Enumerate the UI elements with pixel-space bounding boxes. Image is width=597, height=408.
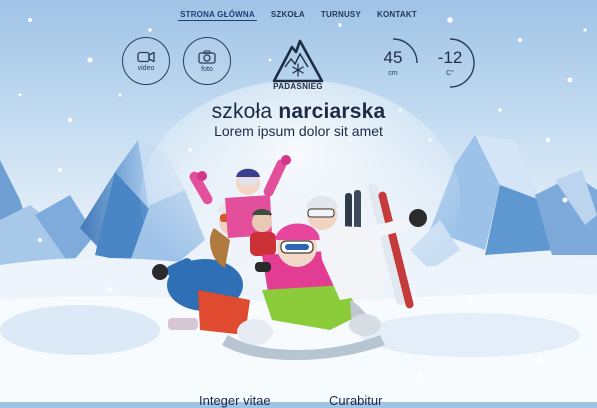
photo-camera-icon <box>198 49 216 64</box>
foto-button[interactable]: foto <box>183 37 231 85</box>
snowflake-mountain-icon <box>272 39 324 83</box>
hero-title: szkoła narciarska <box>0 100 597 124</box>
hero-subtitle: Lorem ipsum dolor sit amet <box>214 123 383 139</box>
main-nav: STRONA GŁÓWNA SZKOŁA TURNUSY KONTAKT <box>0 9 597 21</box>
section-link-2[interactable]: Curabitur <box>329 393 382 408</box>
foto-label: foto <box>201 65 213 73</box>
logo-text: PADASNIEG <box>273 82 323 91</box>
video-camera-icon <box>137 51 155 62</box>
temperature-unit: C° <box>446 70 454 77</box>
nav-link-home[interactable]: STRONA GŁÓWNA <box>178 9 257 21</box>
nav-link-school[interactable]: SZKOŁA <box>269 9 307 21</box>
snow-depth-widget: 45 cm <box>367 37 419 89</box>
temperature-value: -12 <box>437 48 463 67</box>
video-button[interactable]: video <box>122 37 170 85</box>
snow-depth-unit: cm <box>388 70 398 77</box>
hero-title-light: szkoła <box>211 100 279 123</box>
nav-link-contact[interactable]: KONTAKT <box>375 9 419 21</box>
video-label: video <box>137 64 155 72</box>
nav-link-turnusy[interactable]: TURNUSY <box>319 9 363 21</box>
snow-depth-value: 45 <box>383 48 403 67</box>
hero-title-bold: narciarska <box>278 100 386 123</box>
site-logo[interactable]: PADASNIEG <box>271 37 325 97</box>
temperature-widget: -12 C° <box>424 37 476 89</box>
section-link-1[interactable]: Integer vitae <box>199 393 271 408</box>
